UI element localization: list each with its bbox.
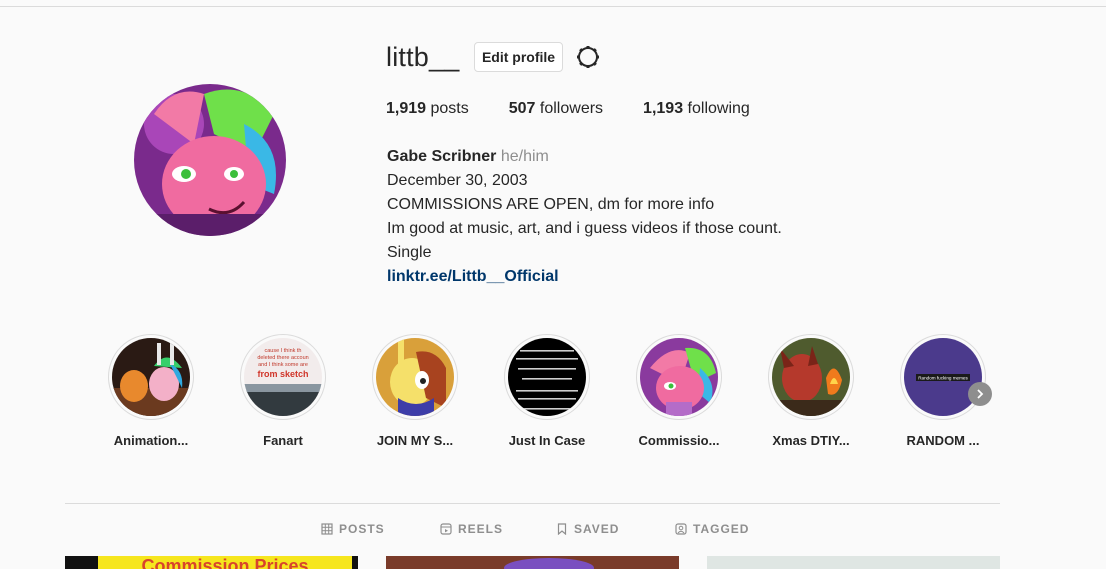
bookmark-icon	[556, 523, 568, 535]
grid-icon	[321, 523, 333, 535]
highlight-item[interactable]: Commissio...	[624, 334, 734, 448]
highlight-thumb-text: cause I think th	[265, 348, 302, 354]
bio-line: COMMISSIONS ARE OPEN, dm for more info	[387, 196, 715, 213]
highlight-label: Commissio...	[638, 433, 720, 448]
tab-tagged[interactable]: TAGGED	[675, 522, 749, 536]
highlight-ring	[504, 334, 590, 420]
highlight-item[interactable]: Just In Case	[492, 334, 602, 448]
top-divider	[0, 6, 1106, 7]
highlight-ring: Random fucking memes	[900, 334, 986, 420]
highlight-ring	[636, 334, 722, 420]
highlight-label: Fanart	[263, 433, 303, 448]
highlight-label: Xmas DTIY...	[772, 433, 850, 448]
chevron-right-icon[interactable]	[968, 382, 992, 406]
posts-stat: 1,919 posts	[386, 100, 469, 118]
post-thumbnail[interactable]	[386, 556, 679, 569]
section-divider	[65, 503, 1000, 504]
display-name: Gabe Scribner	[387, 148, 497, 165]
highlight-ring: cause I think th deleted there accoun an…	[240, 334, 326, 420]
tab-saved[interactable]: SAVED	[556, 522, 619, 536]
highlight-thumb-text: deleted there accoun	[257, 355, 308, 361]
highlight-thumbnail	[508, 338, 586, 416]
highlight-item[interactable]: cause I think th deleted there accoun an…	[228, 334, 338, 448]
post-thumbnail[interactable]: Commission Prices	[65, 556, 358, 569]
profile-avatar[interactable]	[134, 84, 286, 236]
highlight-thumbnail	[772, 338, 850, 416]
tab-label: SAVED	[574, 522, 620, 536]
profile-bio: Gabe Scribner he/him December 30, 2003 C…	[387, 145, 782, 289]
highlight-label: JOIN MY S...	[376, 433, 454, 448]
post-shape	[504, 558, 594, 569]
highlight-thumbnail: Random fucking memes	[904, 338, 982, 416]
highlight-label: Animation...	[113, 433, 189, 448]
tab-label: REELS	[458, 522, 504, 536]
tab-label: TAGGED	[693, 522, 750, 536]
posts-label: posts	[430, 100, 469, 117]
gear-icon[interactable]	[576, 45, 600, 69]
following-label: following	[687, 100, 750, 117]
highlight-ring	[768, 334, 854, 420]
highlight-label: RANDOM ...	[906, 433, 980, 448]
highlight-ring	[108, 334, 194, 420]
bio-line: Im good at music, art, and i guess video…	[387, 220, 782, 237]
following-stat[interactable]: 1,193 following	[643, 100, 750, 118]
highlight-thumb-text: and I think some are	[258, 362, 308, 368]
post-title-text: Commission Prices	[141, 556, 309, 569]
followers-count: 507	[508, 100, 536, 117]
posts-count: 1,919	[386, 100, 427, 117]
highlight-thumb-text: Random fucking memes	[918, 376, 968, 381]
followers-label: followers	[539, 100, 604, 117]
edit-profile-button[interactable]: Edit profile	[474, 42, 563, 72]
pronouns: he/him	[500, 148, 549, 165]
highlight-item[interactable]: JOIN MY S...	[360, 334, 470, 448]
tab-label: POSTS	[339, 522, 385, 536]
bio-link[interactable]: linktr.ee/Littb__Official	[387, 265, 782, 289]
highlight-thumb-text: from sketch	[257, 369, 308, 379]
highlight-thumbnail	[376, 338, 454, 416]
highlight-thumbnail	[112, 338, 190, 416]
highlight-label: Just In Case	[508, 433, 586, 448]
highlight-item[interactable]: Xmas DTIY...	[756, 334, 866, 448]
highlight-item[interactable]: Animation...	[96, 334, 206, 448]
tag-icon	[675, 523, 687, 535]
bio-name-line: Gabe Scribner he/him	[387, 145, 782, 169]
tab-reels[interactable]: REELS	[440, 522, 503, 536]
post-thumbnail[interactable]	[707, 556, 1000, 569]
followers-stat[interactable]: 507 followers	[509, 100, 603, 118]
highlight-thumbnail: cause I think th deleted there accoun an…	[244, 338, 322, 416]
highlight-thumbnail	[640, 338, 718, 416]
profile-stats: 1,919 posts 507 followers 1,193 followin…	[386, 100, 790, 118]
tab-posts[interactable]: POSTS	[321, 522, 385, 536]
username: littb__	[386, 42, 460, 72]
bio-line: December 30, 2003	[387, 172, 528, 189]
highlight-ring	[372, 334, 458, 420]
bio-line: Single	[387, 244, 432, 261]
reels-icon	[440, 523, 452, 535]
following-count: 1,193	[643, 100, 684, 117]
